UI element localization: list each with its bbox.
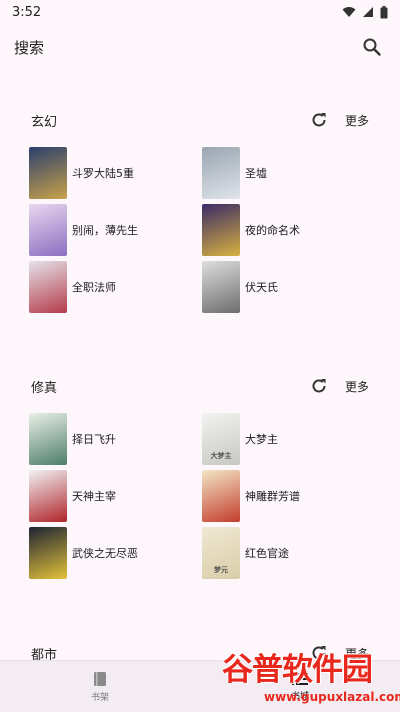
book-cover[interactable] [202,261,240,313]
book-title: 红色官途 [245,547,289,560]
book-item[interactable]: 武侠之无尽恶 [29,527,138,579]
book-title: 全职法师 [72,281,116,294]
section-xiuzhen: 修真 更多 择日飞升 大梦主 大梦主 天神主宰 神雕群芳谱 武侠之无尽恶 梦元 红色官途 [0,374,400,579]
book-title: 择日飞升 [72,433,116,446]
nav-label: 书城 [290,691,309,702]
book-cover[interactable] [29,413,67,465]
section-header: 修真 更多 [0,374,400,398]
book-item[interactable]: 大梦主 大梦主 [202,413,278,465]
book-cover[interactable] [29,204,67,256]
search-icon [363,38,381,56]
book-cover[interactable] [202,470,240,522]
signal-icon [363,7,373,17]
book-item[interactable]: 天神主宰 [29,470,116,522]
book-item[interactable]: 择日飞升 [29,413,116,465]
bookshelf-icon [94,671,106,686]
book-item[interactable]: 圣墟 [202,147,267,199]
book-cover[interactable] [29,147,67,199]
more-button[interactable]: 更多 [345,645,369,662]
bottom-nav: 书架 书城 [0,660,400,712]
search-bar[interactable]: 搜索 [0,24,400,70]
book-cover[interactable] [202,147,240,199]
store-list-icon [292,672,308,685]
book-title: 伏天氏 [245,281,278,294]
book-item[interactable]: 夜的命名术 [202,204,300,256]
section-header: 玄幻 更多 [0,108,400,132]
refresh-icon [312,379,326,393]
book-item[interactable]: 梦元 红色官途 [202,527,289,579]
status-time: 3:52 [12,4,42,20]
book-title: 别闹，薄先生 [72,224,138,237]
book-item[interactable]: 斗罗大陆5重 [29,147,134,199]
book-cover[interactable] [29,527,67,579]
book-title: 天神主宰 [72,490,116,503]
book-title: 圣墟 [245,167,267,180]
search-button[interactable] [358,33,386,61]
refresh-icon [312,113,326,127]
status-icons [342,5,388,19]
refresh-button[interactable] [307,374,331,398]
section-title: 玄幻 [31,114,58,130]
book-cover[interactable] [29,261,67,313]
nav-item-store[interactable]: 书城 [200,661,400,712]
refresh-button[interactable] [307,108,331,132]
more-button[interactable]: 更多 [345,378,369,395]
book-title: 斗罗大陆5重 [72,167,134,180]
book-item[interactable]: 神雕群芳谱 [202,470,300,522]
book-title: 大梦主 [245,433,278,446]
book-item[interactable]: 全职法师 [29,261,116,313]
book-title: 夜的命名术 [245,224,300,237]
search-label[interactable]: 搜索 [14,37,358,58]
book-item[interactable]: 别闹，薄先生 [29,204,138,256]
book-cover-text: 梦元 [214,566,228,574]
book-cover[interactable]: 梦元 [202,527,240,579]
status-bar: 3:52 [0,0,400,24]
book-cover-text: 大梦主 [210,452,232,460]
section-xuanhuan: 玄幻 更多 斗罗大陆5重 圣墟别闹，薄先生 夜的命名术全职法师 伏天氏 [0,108,400,313]
nav-item-bookshelf[interactable]: 书架 [0,661,200,712]
wifi-icon [342,7,356,17]
section-title: 修真 [31,380,58,396]
book-cover[interactable] [202,204,240,256]
book-title: 武侠之无尽恶 [72,547,138,560]
book-cover[interactable] [29,470,67,522]
book-cover[interactable]: 大梦主 [202,413,240,465]
battery-icon [380,5,388,18]
book-item[interactable]: 伏天氏 [202,261,278,313]
book-title: 神雕群芳谱 [245,490,300,503]
nav-label: 书架 [90,692,109,703]
more-button[interactable]: 更多 [345,112,369,129]
